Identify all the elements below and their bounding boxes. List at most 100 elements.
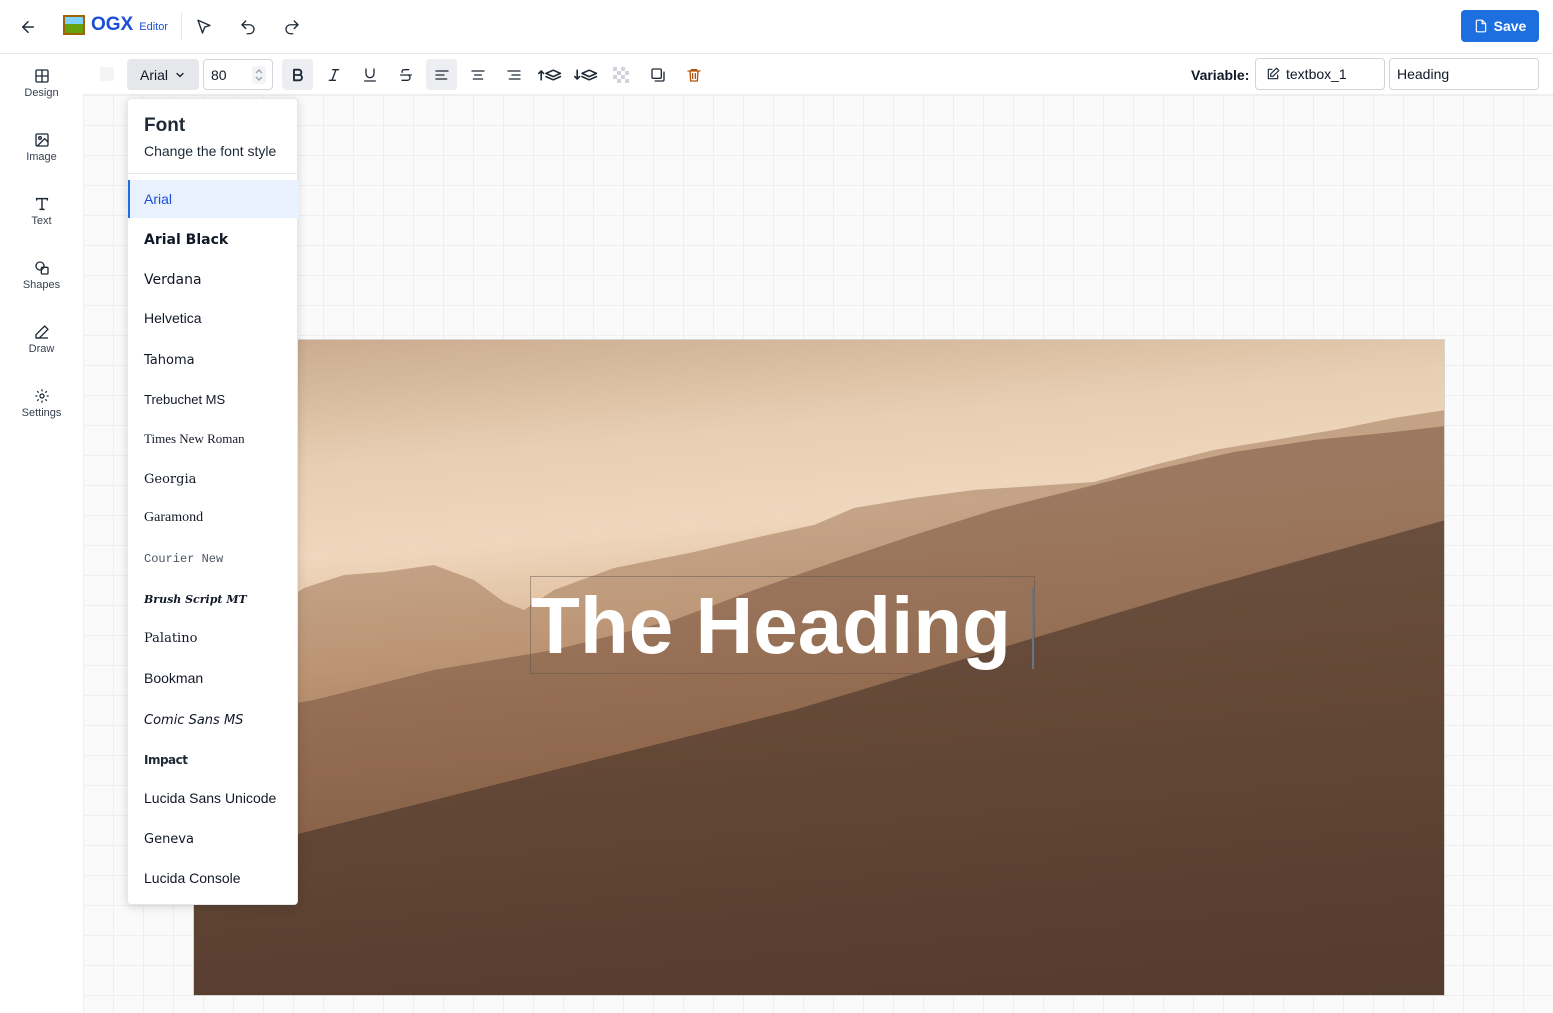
strikethrough-icon <box>399 68 412 81</box>
delete-button[interactable] <box>678 59 709 90</box>
pointer-icon <box>197 19 211 34</box>
sidebar-item-text[interactable]: Text <box>0 196 83 252</box>
sidebar-item-image[interactable]: Image <box>0 132 83 188</box>
font-option-palatino[interactable]: Palatino <box>128 619 299 657</box>
artboard[interactable]: The Heading <box>193 339 1445 996</box>
font-menu-subtitle: Change the font style <box>144 143 277 159</box>
trash-icon <box>686 68 701 82</box>
font-option-tahoma[interactable]: Tahoma <box>128 341 299 379</box>
transparency-button[interactable] <box>605 59 636 90</box>
align-left-icon <box>434 69 449 80</box>
variable-name-value: textbox_1 <box>1286 66 1347 82</box>
format-toolbar: Arial 80 Variable: textbox_1 Heading <box>83 54 1553 95</box>
logo-subtitle: Editor <box>139 21 168 33</box>
font-option-impact[interactable]: Impact <box>128 741 299 779</box>
duplicate-button[interactable] <box>642 59 673 90</box>
sidebar-item-settings[interactable]: Settings <box>0 388 83 444</box>
italic-button[interactable] <box>318 59 349 90</box>
font-option-times-new-roman[interactable]: Times New Roman <box>128 420 299 458</box>
sidebar-item-design[interactable]: Design <box>0 68 83 124</box>
font-option-georgia[interactable]: Georgia <box>128 460 299 498</box>
align-center-icon <box>470 69 485 80</box>
font-option-verdana[interactable]: Verdana <box>128 261 299 299</box>
text-icon <box>35 197 48 211</box>
font-size-input[interactable]: 80 <box>203 59 273 90</box>
save-button-label: Save <box>1493 18 1527 34</box>
color-swatch[interactable] <box>100 67 114 81</box>
font-option-helvetica[interactable]: Helvetica <box>128 299 299 337</box>
redo-icon <box>285 20 299 35</box>
font-size-value: 80 <box>211 67 227 83</box>
save-button[interactable]: Save <box>1461 10 1539 42</box>
checkerboard-icon <box>612 66 629 83</box>
file-icon <box>1475 19 1486 33</box>
sidebar-item-label: Text <box>31 215 52 227</box>
logo-text: OGX <box>91 14 134 35</box>
font-family-value: Arial <box>139 66 168 83</box>
sidebar-item-label: Image <box>26 151 57 163</box>
font-menu-divider <box>128 173 299 174</box>
arrow-left-icon <box>22 21 34 33</box>
logo-image-icon <box>63 15 85 35</box>
top-bar: OGX Editor Save <box>0 0 1553 54</box>
heading-textbox[interactable]: The Heading <box>530 576 1035 674</box>
pencil-icon <box>34 325 49 339</box>
redo-button[interactable] <box>277 12 307 42</box>
font-menu: Font Change the font style Arial Arial B… <box>127 98 299 905</box>
font-menu-title: Font <box>144 115 186 136</box>
sidebar-item-label: Design <box>24 87 59 99</box>
bold-icon <box>292 68 303 81</box>
align-left-button[interactable] <box>426 59 457 90</box>
font-option-arial[interactable]: Arial <box>128 180 299 218</box>
stepper-arrows-icon <box>255 69 263 81</box>
toolbar-divider <box>181 12 182 40</box>
gear-icon <box>34 389 49 403</box>
font-option-arial-black[interactable]: Arial Black <box>128 221 299 259</box>
font-option-comic-sans-ms[interactable]: Comic Sans MS <box>128 701 299 739</box>
font-option-trebuchet-ms[interactable]: Trebuchet MS <box>128 380 299 418</box>
underline-button[interactable] <box>354 59 385 90</box>
send-backward-button[interactable] <box>570 59 601 90</box>
font-option-bookman[interactable]: Bookman <box>128 659 299 697</box>
align-right-button[interactable] <box>498 59 529 90</box>
select-tool-button[interactable] <box>189 12 219 42</box>
sidebar-item-draw[interactable]: Draw <box>0 324 83 380</box>
undo-button[interactable] <box>233 12 263 42</box>
image-icon <box>34 133 49 147</box>
sidebar-item-label: Draw <box>28 343 55 355</box>
font-option-courier-new[interactable]: Courier New <box>128 540 299 578</box>
text-caret <box>1032 587 1034 669</box>
align-right-icon <box>506 69 521 80</box>
variable-value-input[interactable]: Heading <box>1389 58 1539 90</box>
variable-label: Variable: <box>1191 67 1250 83</box>
bring-forward-icon <box>537 68 561 81</box>
bold-button[interactable] <box>282 59 313 90</box>
align-center-button[interactable] <box>462 59 493 90</box>
shapes-icon <box>34 261 49 275</box>
sidebar-item-label: Settings <box>21 407 62 419</box>
edit-icon <box>1267 67 1280 80</box>
app-logo: OGX Editor <box>63 14 168 36</box>
font-family-select[interactable]: Arial <box>127 59 199 90</box>
send-backward-icon <box>573 68 597 81</box>
canvas-area[interactable]: The Heading <box>83 95 1553 1013</box>
font-option-lucida-console[interactable]: Lucida Console <box>128 859 299 897</box>
sidebar: Design Image Text Shapes Draw Settings <box>0 54 83 1013</box>
bring-forward-button[interactable] <box>534 59 565 90</box>
sidebar-item-shapes[interactable]: Shapes <box>0 260 83 316</box>
variable-value-text: Heading <box>1397 66 1450 82</box>
font-option-brush-script-mt[interactable]: Brush Script MT <box>128 580 299 618</box>
variable-name-input[interactable]: textbox_1 <box>1255 58 1385 90</box>
heading-text[interactable]: The Heading <box>531 577 1036 675</box>
sidebar-item-label: Shapes <box>22 279 61 291</box>
font-option-garamond[interactable]: Garamond <box>128 499 299 537</box>
font-option-lucida-sans-unicode[interactable]: Lucida Sans Unicode <box>128 779 299 817</box>
font-option-geneva[interactable]: Geneva <box>128 820 299 858</box>
strikethrough-button[interactable] <box>390 59 421 90</box>
chevron-down-icon <box>176 72 184 77</box>
font-size-stepper[interactable] <box>252 66 266 84</box>
italic-icon <box>328 68 339 81</box>
back-button[interactable] <box>14 13 42 41</box>
layout-icon <box>34 69 49 83</box>
underline-icon <box>363 67 376 82</box>
